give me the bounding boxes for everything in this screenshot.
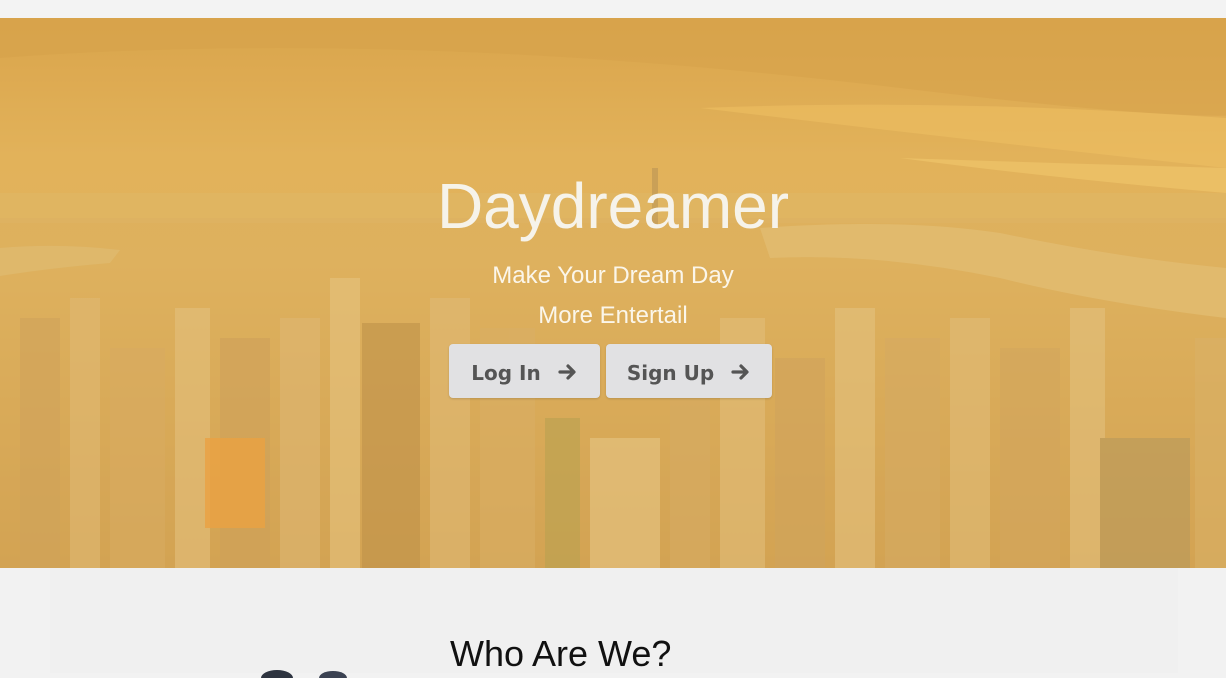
- tagline-line-1: Make Your Dream Day: [492, 262, 734, 289]
- signup-button-label: Sign Up: [626, 360, 715, 385]
- tagline: Make Your Dream Day More Entertail: [0, 256, 1226, 336]
- signup-button[interactable]: Sign Up: [606, 344, 772, 398]
- login-button[interactable]: Log In: [449, 344, 600, 398]
- about-section: Who Are We?: [50, 568, 1178, 678]
- arrow-right-icon: [558, 363, 576, 380]
- hero-content: Daydreamer Make Your Dream Day More Ente…: [0, 18, 1226, 568]
- login-button-label: Log In: [471, 360, 541, 385]
- section-title: Who Are We?: [450, 633, 672, 674]
- tagline-line-2: More Entertail: [538, 302, 688, 329]
- site-title: Daydreamer: [436, 170, 790, 242]
- arrow-right-icon: [731, 363, 749, 380]
- hero-section: Daydreamer Make Your Dream Day More Ente…: [0, 18, 1226, 568]
- team-avatars-image: [261, 670, 347, 678]
- top-bar: [0, 0, 1226, 18]
